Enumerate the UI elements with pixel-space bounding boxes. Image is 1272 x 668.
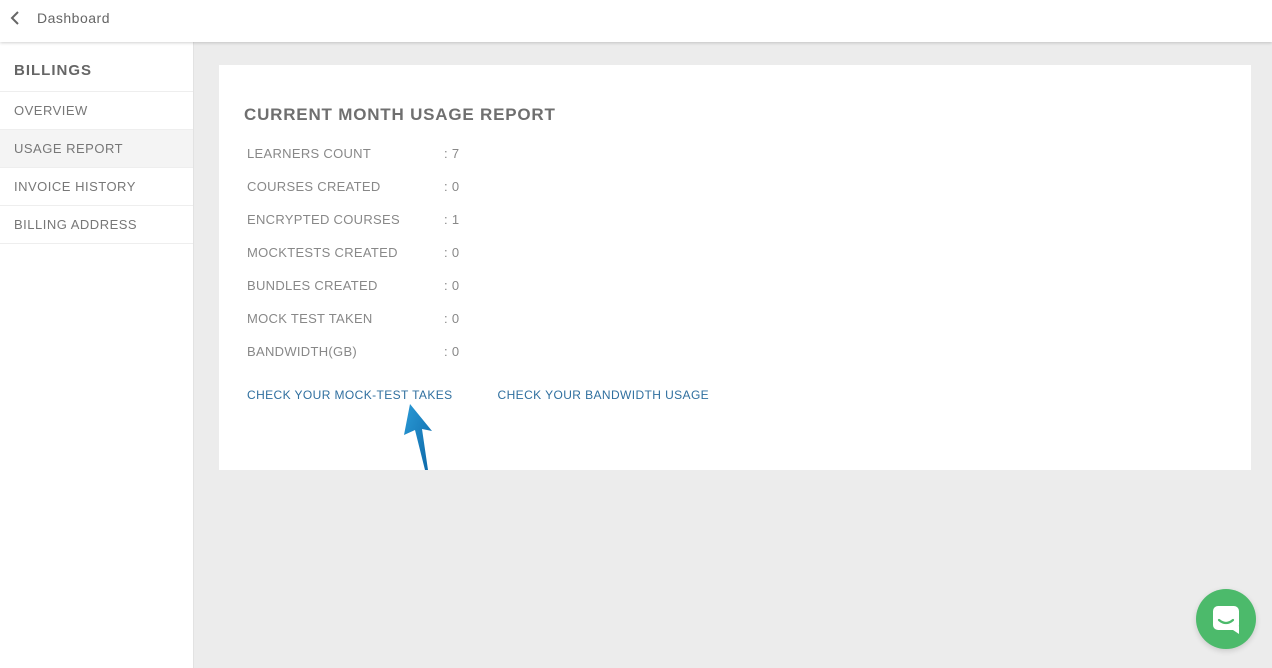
stat-row-bandwidth: BANDWIDTH(GB) : 0 bbox=[247, 335, 459, 368]
stat-value: : 0 bbox=[444, 245, 460, 260]
stat-row-learners-count: LEARNERS COUNT : 7 bbox=[247, 137, 459, 170]
stat-row-encrypted-courses: ENCRYPTED COURSES : 1 bbox=[247, 203, 459, 236]
stat-value: : 0 bbox=[444, 278, 460, 293]
back-label: Dashboard bbox=[37, 10, 110, 26]
stat-row-mock-test-taken: MOCK TEST TAKEN : 0 bbox=[247, 302, 459, 335]
top-bar: Dashboard bbox=[0, 0, 1272, 42]
stat-value: : 0 bbox=[444, 179, 460, 194]
sidebar-item-billing-address[interactable]: BILLING ADDRESS bbox=[0, 206, 193, 244]
sidebar-item-usage-report[interactable]: USAGE REPORT bbox=[0, 130, 193, 168]
stat-label: ENCRYPTED COURSES bbox=[247, 212, 400, 227]
usage-report-card: CURRENT MONTH USAGE REPORT LEARNERS COUN… bbox=[219, 65, 1251, 470]
report-links: CHECK YOUR MOCK-TEST TAKES CHECK YOUR BA… bbox=[247, 388, 709, 402]
check-mock-test-takes-link[interactable]: CHECK YOUR MOCK-TEST TAKES bbox=[247, 388, 453, 402]
page-title: CURRENT MONTH USAGE REPORT bbox=[244, 105, 556, 124]
check-bandwidth-usage-link[interactable]: CHECK YOUR BANDWIDTH USAGE bbox=[498, 388, 710, 402]
stat-label: MOCK TEST TAKEN bbox=[247, 311, 373, 326]
annotation-arrow-icon bbox=[404, 404, 432, 470]
stat-value: : 0 bbox=[444, 311, 460, 326]
chevron-left-icon bbox=[9, 11, 23, 25]
stat-label: BANDWIDTH(GB) bbox=[247, 344, 358, 359]
chat-button[interactable] bbox=[1196, 589, 1256, 649]
stat-row-mocktests-created: MOCKTESTS CREATED : 0 bbox=[247, 236, 459, 269]
stat-row-bundles-created: BUNDLES CREATED : 0 bbox=[247, 269, 459, 302]
stat-label: MOCKTESTS CREATED bbox=[247, 245, 398, 260]
sidebar-title: BILLINGS bbox=[0, 42, 193, 92]
sidebar-item-overview[interactable]: OVERVIEW bbox=[0, 92, 193, 130]
usage-stats: LEARNERS COUNT : 7 COURSES CREATED : 0 E… bbox=[247, 137, 459, 368]
sidebar-item-invoice-history[interactable]: INVOICE HISTORY bbox=[0, 168, 193, 206]
stat-row-courses-created: COURSES CREATED : 0 bbox=[247, 170, 459, 203]
billing-sidebar: BILLINGS OVERVIEW USAGE REPORT INVOICE H… bbox=[0, 42, 194, 668]
stat-label: COURSES CREATED bbox=[247, 179, 381, 194]
stat-value: : 1 bbox=[444, 212, 460, 227]
stat-label: LEARNERS COUNT bbox=[247, 146, 372, 161]
stat-value: : 0 bbox=[444, 344, 460, 359]
stat-value: : 7 bbox=[444, 146, 460, 161]
chat-icon bbox=[1213, 606, 1239, 634]
back-to-dashboard-button[interactable]: Dashboard bbox=[0, 0, 120, 36]
stat-label: BUNDLES CREATED bbox=[247, 278, 378, 293]
